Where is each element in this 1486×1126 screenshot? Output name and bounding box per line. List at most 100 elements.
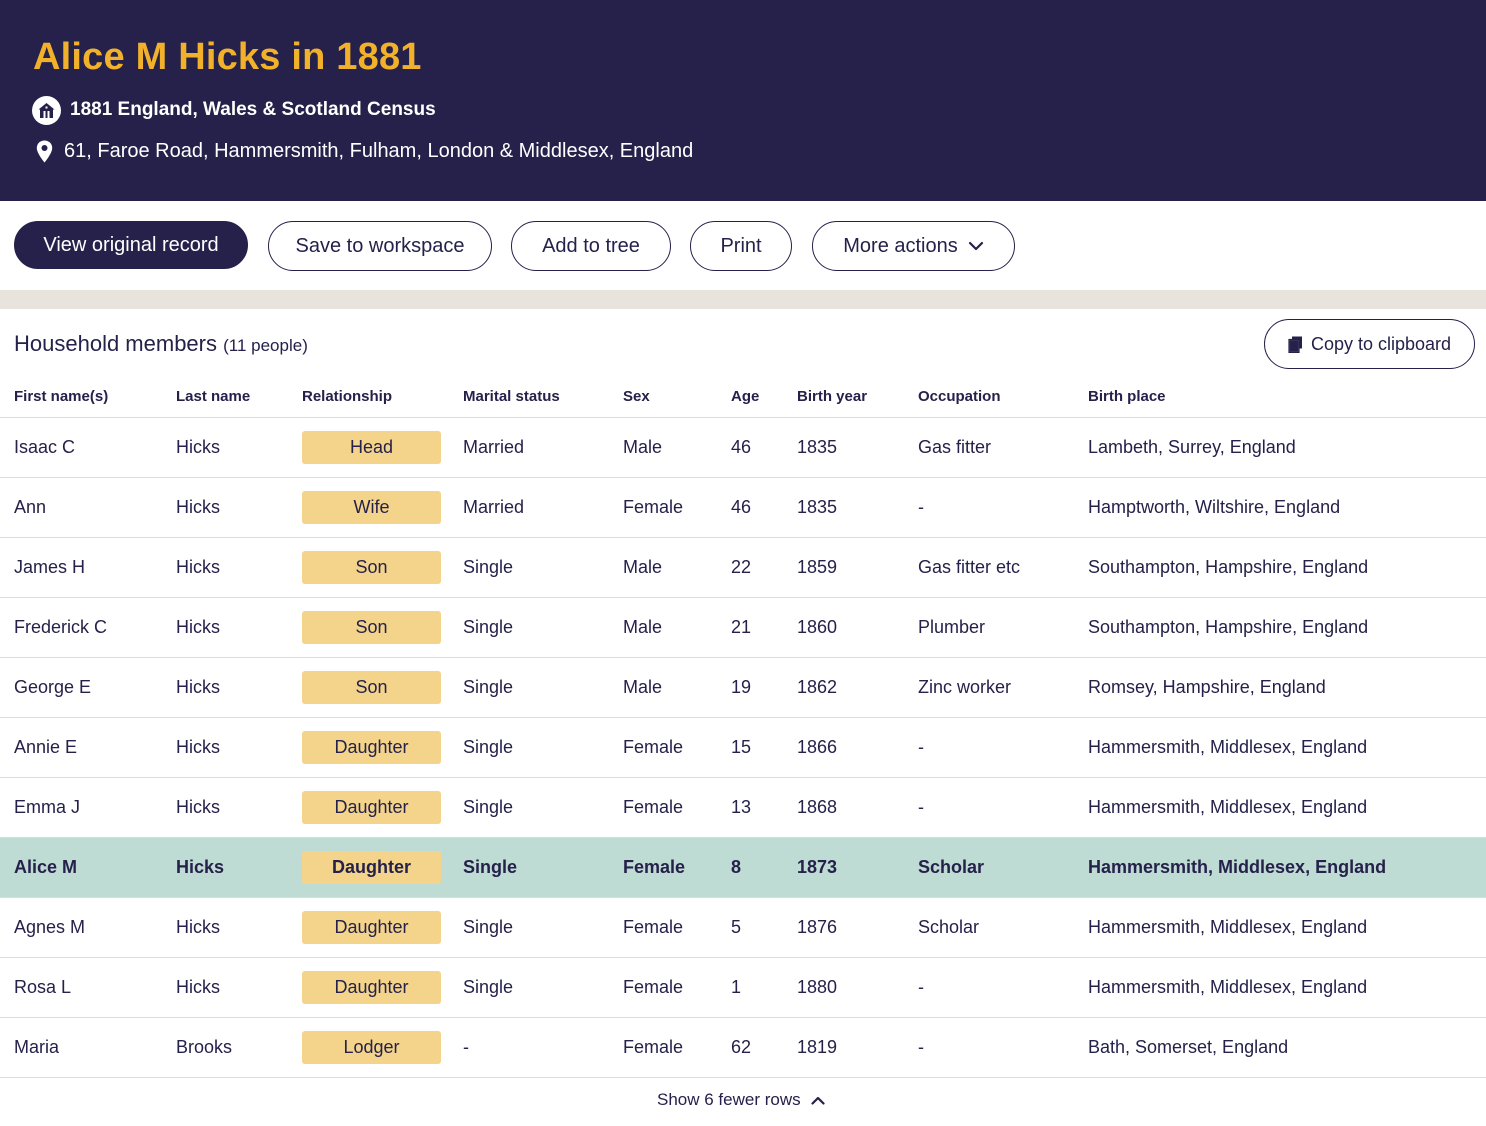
last-cell: Hicks xyxy=(176,657,302,718)
page-title: Alice M Hicks in 1881 xyxy=(33,36,422,78)
relationship-badge: Daughter xyxy=(302,730,441,764)
marital-cell: Single xyxy=(463,837,623,898)
occupation-cell: - xyxy=(918,1017,1088,1078)
birth-place-cell: Lambeth, Surrey, England xyxy=(1088,417,1486,478)
last-cell: Hicks xyxy=(176,777,302,838)
view-original-record-button[interactable]: View original record xyxy=(14,221,248,269)
age-cell: 62 xyxy=(731,1017,797,1078)
relationship-badge: Son xyxy=(302,550,441,584)
relationship-cell: Daughter xyxy=(302,957,463,1018)
record-address: 61, Faroe Road, Hammersmith, Fulham, Lon… xyxy=(36,137,693,165)
table-row[interactable]: Annie E Hicks Daughter Single Female 15 1866- H… xyxy=(0,717,1486,778)
last-cell: Hicks xyxy=(176,897,302,958)
table-row[interactable]: Maria Brooks Lodger - Female 62 1819- Bath, Som… xyxy=(0,1017,1486,1078)
marital-cell: Single xyxy=(463,597,623,658)
table-row[interactable]: Ann Hicks Wife Married Female 46 1835- Hamptwor… xyxy=(0,477,1486,538)
occupation-cell: - xyxy=(918,717,1088,778)
age-cell: 8 xyxy=(731,837,797,898)
relationship-cell: Son xyxy=(302,657,463,718)
column-header[interactable]: Birth place xyxy=(1088,377,1486,418)
age-cell: 22 xyxy=(731,537,797,598)
column-header[interactable]: Relationship xyxy=(302,377,463,418)
column-header[interactable]: First name(s) xyxy=(0,377,176,418)
show-fewer-rows-link[interactable]: Show 6 fewer rows xyxy=(657,1087,825,1113)
column-header[interactable]: Age xyxy=(731,377,797,418)
copy-label: Copy to clipboard xyxy=(1310,333,1452,354)
copy-to-clipboard-button[interactable]: Copy to clipboard xyxy=(1264,319,1475,369)
relationship-badge: Wife xyxy=(302,490,441,524)
relationship-badge: Daughter xyxy=(302,850,441,884)
more-actions-button[interactable]: More actions xyxy=(812,221,1015,271)
column-header[interactable]: Birth year xyxy=(797,377,918,418)
column-header[interactable]: Sex xyxy=(623,377,731,418)
age-cell: 19 xyxy=(731,657,797,718)
occupation-cell: Plumber xyxy=(918,597,1088,658)
relationship-cell: Son xyxy=(302,597,463,658)
table-row[interactable]: Agnes M Hicks Daughter Single Female 5 1876 Sch… xyxy=(0,897,1486,958)
column-header[interactable]: Occupation xyxy=(918,377,1088,418)
table-row[interactable]: Alice M Hicks Daughter Single Female 8 1873 Sch… xyxy=(0,837,1486,898)
birth-year-cell: 1873 xyxy=(797,837,918,898)
birth-place-cell: Hammersmith, Middlesex, England xyxy=(1088,897,1486,958)
relationship-cell: Daughter xyxy=(302,897,463,958)
column-header[interactable]: Last name xyxy=(176,377,302,418)
household-title: Household members xyxy=(14,331,217,356)
table-row[interactable]: Rosa L Hicks Daughter Single Female 1 1880- Ham… xyxy=(0,957,1486,1018)
birth-year-cell: 1880 xyxy=(797,957,918,1018)
last-cell: Hicks xyxy=(176,417,302,478)
marital-cell: Single xyxy=(463,717,623,778)
column-header[interactable]: Marital status xyxy=(463,377,623,418)
table-row[interactable]: George E Hicks Son Single Male 19 1862 Zinc wor… xyxy=(0,657,1486,718)
birth-year-cell: 1835 xyxy=(797,417,918,478)
age-cell: 46 xyxy=(731,477,797,538)
sex-cell: Female xyxy=(623,777,731,838)
relationship-cell: Head xyxy=(302,417,463,478)
table-row[interactable]: Emma J Hicks Daughter Single Female 13 1868- Ha… xyxy=(0,777,1486,838)
last-cell: Hicks xyxy=(176,837,302,898)
marital-cell: Single xyxy=(463,777,623,838)
household-table: First name(s) Last name Relationship Mar… xyxy=(0,377,1486,1078)
relationship-cell: Daughter xyxy=(302,777,463,838)
age-cell: 46 xyxy=(731,417,797,478)
last-cell: Hicks xyxy=(176,717,302,778)
save-to-workspace-button[interactable]: Save to workspace xyxy=(268,221,492,271)
print-button[interactable]: Print xyxy=(690,221,792,271)
relationship-cell: Wife xyxy=(302,477,463,538)
chevron-up-icon xyxy=(811,1096,825,1105)
birth-place-cell: Hammersmith, Middlesex, England xyxy=(1088,837,1486,898)
birth-year-cell: 1819 xyxy=(797,1017,918,1078)
birth-year-cell: 1835 xyxy=(797,477,918,538)
action-bar: View original record Save to workspace A… xyxy=(0,201,1486,290)
age-cell: 13 xyxy=(731,777,797,838)
table-row[interactable]: James H Hicks Son Single Male 22 1859 Gas fitte… xyxy=(0,537,1486,598)
birth-place-cell: Bath, Somerset, England xyxy=(1088,1017,1486,1078)
marital-cell: Single xyxy=(463,537,623,598)
table-row[interactable]: Isaac C Hicks Head Married Male 46 1835 Gas fit… xyxy=(0,417,1486,478)
birth-place-cell: Hammersmith, Middlesex, England xyxy=(1088,777,1486,838)
house-icon xyxy=(32,95,61,125)
birth-year-cell: 1862 xyxy=(797,657,918,718)
household-count: (11 people) xyxy=(223,336,308,355)
add-to-tree-button[interactable]: Add to tree xyxy=(511,221,671,271)
birth-place-cell: Southampton, Hampshire, England xyxy=(1088,597,1486,658)
marital-cell: Single xyxy=(463,957,623,1018)
map-pin-icon xyxy=(36,139,54,163)
birth-year-cell: 1866 xyxy=(797,717,918,778)
age-cell: 1 xyxy=(731,957,797,1018)
sex-cell: Male xyxy=(623,417,731,478)
sex-cell: Female xyxy=(623,837,731,898)
sex-cell: Female xyxy=(623,957,731,1018)
first-cell: Annie E xyxy=(0,717,176,778)
birth-place-cell: Hammersmith, Middlesex, England xyxy=(1088,957,1486,1018)
section-divider xyxy=(0,290,1486,309)
table-row[interactable]: Frederick C Hicks Son Single Male 21 1860 Plumb… xyxy=(0,597,1486,658)
relationship-badge: Son xyxy=(302,670,441,704)
age-cell: 5 xyxy=(731,897,797,958)
last-cell: Brooks xyxy=(176,1017,302,1078)
last-cell: Hicks xyxy=(176,477,302,538)
first-cell: Rosa L xyxy=(0,957,176,1018)
more-actions-label: More actions xyxy=(843,234,958,257)
birth-year-cell: 1859 xyxy=(797,537,918,598)
occupation-cell: - xyxy=(918,777,1088,838)
occupation-cell: Gas fitter etc xyxy=(918,537,1088,598)
